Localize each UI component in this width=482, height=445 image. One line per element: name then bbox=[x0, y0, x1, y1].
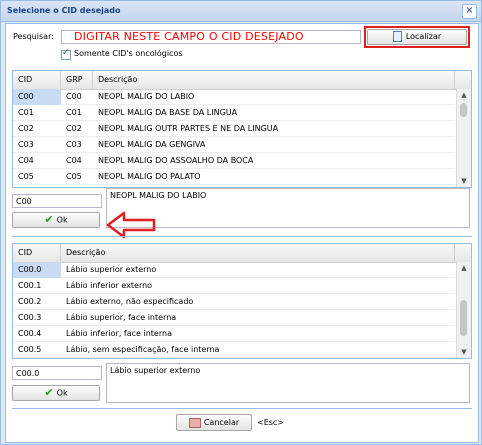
table-cell: C05 bbox=[66, 172, 82, 181]
col-grp[interactable]: GRP bbox=[61, 71, 93, 89]
dialog-title: Selecione o CID desejado bbox=[7, 6, 121, 15]
check-icon: ✔ bbox=[44, 213, 54, 226]
table-cell: C04 bbox=[66, 156, 82, 165]
table-cell: C01 bbox=[18, 108, 34, 117]
col-descricao[interactable]: Descrição bbox=[93, 71, 455, 89]
table-cell: NEOPL MALIG DO PALATO bbox=[98, 172, 201, 181]
table-cell: NEOPL MALIG DO LABIO bbox=[98, 92, 195, 101]
table-cell: Lábio externo, não especificado bbox=[66, 297, 194, 306]
table-cell: C00 bbox=[13, 89, 61, 105]
col-subcid[interactable]: CID bbox=[13, 244, 61, 262]
table-cell: NEOPL MALIG OUTR PARTES E NE DA LINGUA bbox=[98, 124, 279, 133]
table-cell: C00.0 bbox=[13, 262, 61, 278]
table-row[interactable]: C04 C04 NEOPL MALIG DO ASSOALHO DA BOCA bbox=[13, 153, 455, 169]
table-cell: NEOPL MALIG DA GENGIVA bbox=[98, 140, 206, 149]
localizar-button[interactable]: Localizar bbox=[367, 29, 467, 45]
table-row[interactable]: C00.0 Lábio superior externo bbox=[13, 262, 455, 278]
footer-divider bbox=[12, 408, 472, 409]
check-icon: ✔ bbox=[44, 386, 54, 399]
table-cell: C01 bbox=[66, 108, 82, 117]
scroll-up-icon[interactable]: ▲ bbox=[457, 89, 471, 101]
table-row[interactable]: C02 C02 NEOPL MALIG OUTR PARTES E NE DA LI… bbox=[13, 121, 455, 137]
ok-button[interactable]: ✔ Ok bbox=[12, 212, 100, 228]
cancel-label: Cancelar bbox=[203, 418, 240, 427]
cid-grid-scrollbar[interactable]: ▲ ▼ bbox=[456, 89, 471, 187]
cancel-icon bbox=[188, 417, 201, 428]
table-cell: C00.4 bbox=[18, 329, 42, 338]
table-row[interactable]: C03 C03 NEOPL MALIG DA GENGIVA bbox=[13, 137, 455, 153]
selected-desc-field[interactable]: NEOPL MALIG DO LABIO bbox=[106, 188, 470, 228]
arrow-left-icon bbox=[106, 211, 156, 239]
cancel-button[interactable]: Cancelar bbox=[176, 414, 252, 431]
search-label: Pesquisar: bbox=[13, 32, 54, 41]
table-cell: Lábio superior externo bbox=[66, 265, 157, 274]
selected-subdesc-field[interactable]: Lábio superior externo bbox=[106, 363, 470, 403]
table-cell: C00.5 bbox=[18, 345, 42, 354]
subcid-grid-scrollbar[interactable]: ▲ ▼ bbox=[456, 262, 471, 358]
ok-sub-label: Ok bbox=[56, 388, 68, 398]
table-cell: C04 bbox=[18, 156, 34, 165]
search-input[interactable] bbox=[61, 30, 361, 44]
table-row[interactable]: C00.3 Lábio superior, face interna bbox=[13, 310, 455, 326]
table-row[interactable]: C01 C01 NEOPL MALIG DA BASE DA LINGUA bbox=[13, 105, 455, 121]
table-cell: C02 bbox=[66, 124, 82, 133]
subcid-grid-header: CID Descrição bbox=[13, 244, 471, 263]
selected-subcid-field[interactable]: C00.0 bbox=[12, 366, 102, 380]
title-bar: Selecione o CID desejado × bbox=[1, 1, 481, 22]
table-cell: C00.1 bbox=[18, 281, 42, 290]
table-cell: C00.3 bbox=[18, 313, 42, 322]
table-row[interactable]: C00.4 Lábio inferior, face interna bbox=[13, 326, 455, 342]
esc-hint: <Esc> bbox=[257, 418, 285, 427]
dialog-body: Pesquisar: DIGITAR NESTE CAMPO O CID DES… bbox=[5, 23, 479, 443]
scroll-down-icon[interactable]: ▼ bbox=[457, 346, 471, 358]
section-divider bbox=[12, 236, 472, 237]
close-button[interactable]: × bbox=[462, 4, 477, 19]
table-cell: Lábio inferior externo bbox=[66, 281, 153, 290]
table-cell: NEOPL MALIG DO ASSOALHO DA BOCA bbox=[98, 156, 254, 165]
ok-sub-button[interactable]: ✔ Ok bbox=[12, 385, 100, 401]
table-cell: Lábio, sem especificação, face interna bbox=[66, 345, 220, 354]
table-cell: Lábio superior, face interna bbox=[66, 313, 177, 322]
table-row[interactable]: C00.1 Lábio inferior externo bbox=[13, 278, 455, 294]
selected-cid-field[interactable]: C00 bbox=[12, 194, 102, 208]
scroll-up-icon[interactable]: ▲ bbox=[457, 262, 471, 274]
table-row[interactable]: C00 C00 NEOPL MALIG DO LABIO bbox=[13, 89, 455, 105]
oncologic-checkbox[interactable] bbox=[61, 48, 71, 60]
table-cell: C00 bbox=[66, 92, 82, 101]
table-cell: Lábio inferior, face interna bbox=[66, 329, 172, 338]
col-cid[interactable]: CID bbox=[13, 71, 61, 89]
scroll-down-icon[interactable]: ▼ bbox=[457, 175, 471, 187]
close-icon[interactable]: × bbox=[465, 5, 473, 16]
table-cell: C05 bbox=[18, 172, 34, 181]
col-subdescricao[interactable]: Descrição bbox=[61, 244, 455, 262]
table-cell: NEOPL MALIG DA BASE DA LINGUA bbox=[98, 108, 238, 117]
table-cell: C03 bbox=[18, 140, 34, 149]
table-row[interactable]: C05 C05 NEOPL MALIG DO PALATO bbox=[13, 169, 455, 185]
subcid-grid: CID Descrição C00.0 Lábio superior extern… bbox=[12, 243, 472, 359]
table-row[interactable]: C00.2 Lábio externo, não especificado bbox=[13, 294, 455, 310]
search-icon bbox=[392, 31, 402, 42]
oncologic-checkbox-label: Somente CID's oncológicos bbox=[74, 49, 183, 58]
table-cell: C02 bbox=[18, 124, 34, 133]
table-row[interactable]: C00.5 Lábio, sem especificação, face inte… bbox=[13, 342, 455, 358]
localizar-label: Localizar bbox=[405, 32, 442, 41]
scroll-thumb[interactable] bbox=[460, 103, 467, 117]
ok-label: Ok bbox=[56, 215, 68, 225]
cid-grid-header: CID GRP Descrição bbox=[13, 71, 471, 90]
table-cell: C00.2 bbox=[18, 297, 42, 306]
cid-dialog: Selecione o CID desejado × Pesquisar: DI… bbox=[0, 0, 482, 445]
cid-grid: CID GRP Descrição C00 C00 NEOPL MALIG DO L… bbox=[12, 70, 472, 188]
table-cell: C03 bbox=[66, 140, 82, 149]
scroll-thumb[interactable] bbox=[460, 300, 467, 336]
